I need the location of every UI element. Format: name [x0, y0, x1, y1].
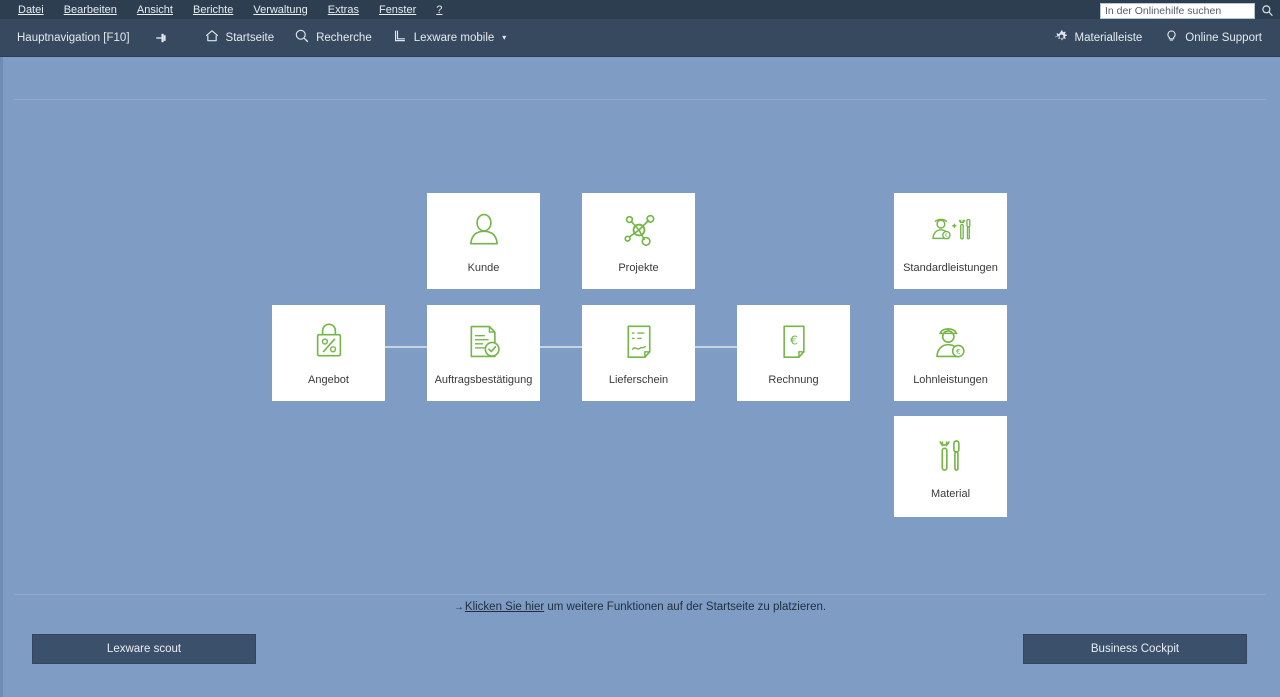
menu-bar: Datei Bearbeiten Ansicht Berichte Verwal… [0, 0, 1280, 19]
card-auftragsbestaetigung-label: Auftragsbestätigung [434, 374, 533, 387]
connector-angebot-auftragsbestaetigung [384, 346, 430, 348]
toolbar-right-group: Materialleiste Online Support [1044, 25, 1272, 51]
toolbar-button-materialleiste-label: Materialleiste [1074, 31, 1143, 44]
footer-hint-rest: um weitere Funktionen auf der Startseite… [544, 601, 827, 613]
menu-item-help-label: ? [436, 3, 443, 16]
document-signature-icon [622, 319, 656, 365]
chevron-down-icon: ▾ [502, 33, 507, 42]
card-kunde-label: Kunde [467, 262, 500, 275]
card-material[interactable]: Material [894, 416, 1007, 517]
toolbar-button-recherche-label: Recherche [316, 31, 372, 44]
menu-item-fenster[interactable]: Fenster [369, 2, 426, 18]
card-lohnleistungen[interactable]: € Lohnleistungen [894, 305, 1007, 401]
menu-item-help[interactable]: ? [426, 2, 452, 18]
shopping-bag-percent-icon [311, 319, 347, 365]
worker-tools-icon: € [930, 207, 972, 253]
business-cockpit-button-label: Business Cockpit [1090, 643, 1180, 655]
card-angebot-label: Angebot [308, 374, 349, 387]
card-lieferschein[interactable]: Lieferschein [582, 305, 695, 401]
content-area: Kunde Projekte € Standardleistungen Ange… [0, 57, 1280, 697]
menu-item-verwaltung[interactable]: Verwaltung [243, 2, 317, 18]
lightbulb-icon [1164, 29, 1179, 47]
connector-lieferschein-rechnung [693, 346, 739, 348]
online-help-search [1100, 2, 1276, 19]
wrench-screwdriver-icon [934, 433, 968, 479]
main-navigation-label[interactable]: Hauptnavigation [F10] [17, 32, 130, 44]
card-kunde[interactable]: Kunde [427, 193, 540, 289]
card-projekte-label: Projekte [618, 262, 659, 275]
menu-items: Datei Bearbeiten Ansicht Berichte Verwal… [0, 2, 452, 18]
search-icon[interactable] [1258, 2, 1276, 19]
card-standardleistungen[interactable]: € Standardleistungen [894, 193, 1007, 289]
card-auftragsbestaetigung[interactable]: Auftragsbestätigung [427, 305, 540, 401]
lexware-scout-button-label: Lexware scout [106, 643, 182, 655]
connector-auftragsbestaetigung-lieferschein [538, 346, 584, 348]
toolbar-button-lexware-mobile-label: Lexware mobile [413, 31, 495, 44]
card-projekte[interactable]: Projekte [582, 193, 695, 289]
worker-euro-icon: € [932, 319, 970, 365]
menu-item-ansicht-label: Ansicht [136, 3, 173, 16]
menu-item-datei-label: Datei [18, 3, 44, 16]
footer-hint: →Klicken Sie hier um weitere Funktionen … [0, 601, 1280, 613]
toolbar-button-online-support-label: Online Support [1185, 31, 1262, 44]
card-rechnung-label: Rechnung [768, 374, 819, 387]
toolbar-left-group: Hauptnavigation [F10] Startseite Recherc… [0, 24, 516, 51]
toolbar-button-startseite-label: Startseite [225, 31, 275, 44]
application-window: Datei Bearbeiten Ansicht Berichte Verwal… [0, 0, 1280, 697]
main-toolbar: Hauptnavigation [F10] Startseite Recherc… [0, 19, 1280, 57]
toolbar-button-lexware-mobile[interactable]: Lexware mobile ▾ [382, 24, 517, 51]
home-icon [204, 28, 220, 47]
card-lieferschein-label: Lieferschein [608, 374, 669, 387]
business-cockpit-button[interactable]: Business Cockpit [1023, 634, 1247, 664]
lexware-scout-button[interactable]: Lexware scout [32, 634, 256, 664]
gear-icon [1054, 29, 1069, 47]
svg-text:€: € [955, 347, 960, 356]
person-icon [464, 207, 504, 253]
menu-item-ansicht[interactable]: Ansicht [127, 2, 183, 18]
menu-item-extras-label: Extras [327, 3, 359, 16]
document-check-icon [465, 319, 503, 365]
menu-item-berichte-label: Berichte [192, 3, 234, 16]
card-angebot[interactable]: Angebot [272, 305, 385, 401]
search-icon [294, 28, 310, 47]
toolbar-button-online-support[interactable]: Online Support [1154, 25, 1272, 51]
toolbar-button-startseite[interactable]: Startseite [194, 24, 285, 51]
menu-item-verwaltung-label: Verwaltung [253, 3, 308, 16]
toolbar-button-materialleiste[interactable]: Materialleiste [1044, 25, 1153, 51]
svg-text:€: € [944, 234, 947, 240]
menu-item-bearbeiten[interactable]: Bearbeiten [54, 2, 127, 18]
card-standardleistungen-label: Standardleistungen [903, 262, 998, 275]
arrow-right-icon: → [453, 602, 464, 613]
menu-item-fenster-label: Fenster [378, 3, 417, 16]
search-input[interactable] [1100, 2, 1255, 19]
place-functions-link[interactable]: Klicken Sie hier [465, 601, 544, 613]
divider-top [14, 99, 1266, 100]
svg-text:€: € [790, 333, 798, 348]
toolbar-button-recherche[interactable]: Recherche [284, 24, 382, 51]
menu-item-berichte[interactable]: Berichte [183, 2, 243, 18]
divider-bottom [14, 594, 1266, 595]
menu-item-extras[interactable]: Extras [318, 2, 369, 18]
pin-icon[interactable] [146, 27, 176, 49]
card-lohnleistungen-label: Lohnleistungen [913, 374, 988, 387]
menu-item-bearbeiten-label: Bearbeiten [63, 3, 117, 16]
card-rechnung[interactable]: € Rechnung [737, 305, 850, 401]
network-nodes-icon [619, 207, 659, 253]
mobile-frame-icon [392, 28, 408, 47]
document-euro-icon: € [777, 319, 811, 365]
card-material-label: Material [930, 487, 971, 500]
menu-item-datei[interactable]: Datei [8, 2, 54, 18]
